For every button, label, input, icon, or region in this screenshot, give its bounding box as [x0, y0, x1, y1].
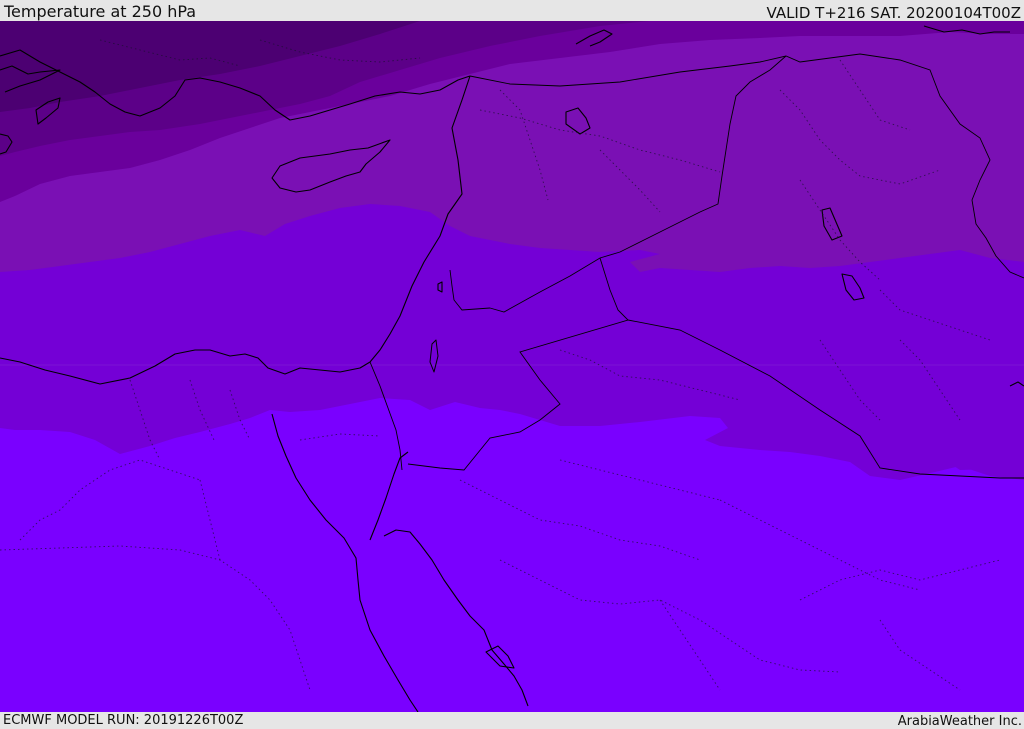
credit-text: ArabiaWeather Inc.: [897, 714, 1022, 729]
map-panel[interactable]: [0, 21, 1024, 712]
model-run: ECMWF MODEL RUN: 20191226T00Z: [3, 713, 244, 728]
map-canvas[interactable]: [0, 21, 1024, 712]
valid-time: VALID T+216 SAT. 20200104T00Z: [766, 4, 1021, 22]
header-bar: Temperature at 250 hPa VALID T+216 SAT. …: [0, 0, 1024, 21]
footer-bar: ECMWF MODEL RUN: 20191226T00Z ArabiaWeat…: [0, 712, 1024, 729]
map-title: Temperature at 250 hPa: [4, 2, 197, 21]
